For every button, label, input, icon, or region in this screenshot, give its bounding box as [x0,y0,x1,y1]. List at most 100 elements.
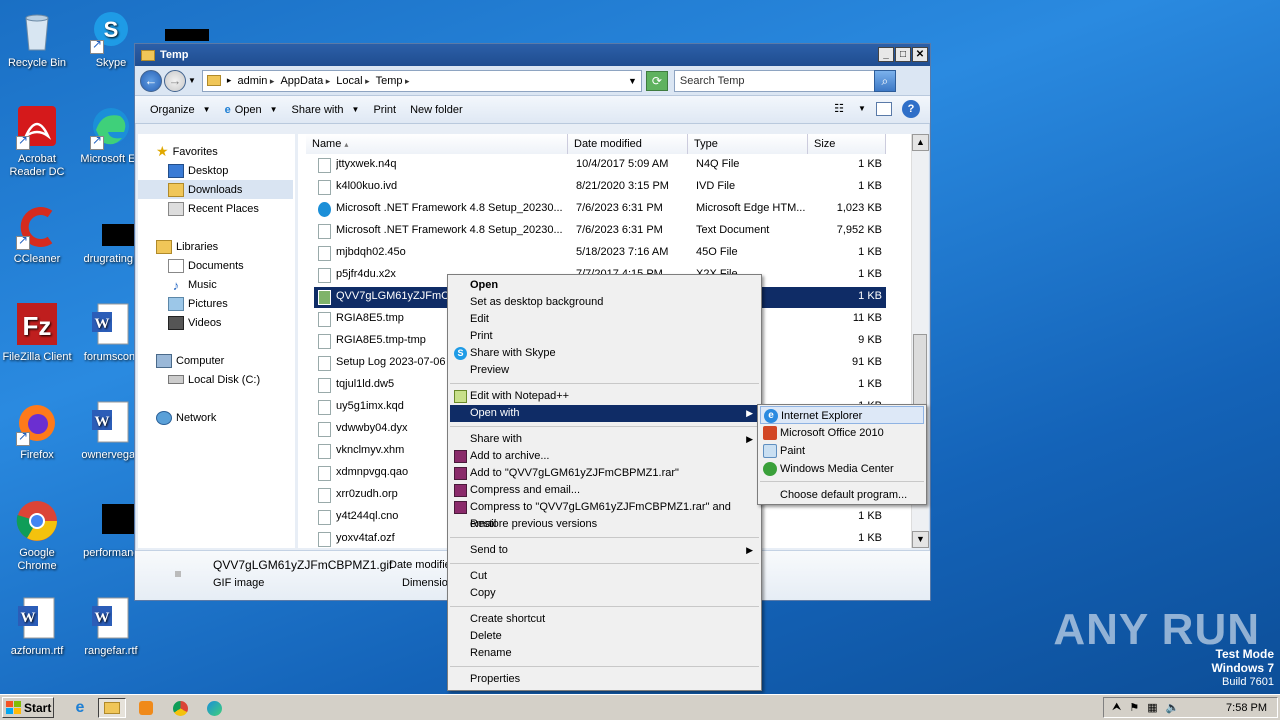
back-button[interactable]: ← [140,69,162,92]
address-dropdown-icon[interactable]: ▼ [628,76,637,86]
help-icon[interactable]: ? [902,100,920,118]
desktop-icon-azforum[interactable]: W azforum.rtf [0,596,74,658]
nav-libraries[interactable]: Libraries [156,237,218,256]
organize-button[interactable]: Organize ▼ [143,99,218,121]
new-folder-button[interactable]: New folder [403,99,470,121]
nav-recent-places[interactable]: Recent Places [168,199,259,218]
nav-desktop[interactable]: Desktop [168,161,228,180]
menu-item-delete[interactable]: Delete [450,628,759,645]
taskbar: Start e ⮝ ⚑ ▦ 🔈 7:58 PM [0,694,1280,720]
share-with-button[interactable]: Share with ▼ [285,99,367,121]
title-bar[interactable]: Temp _ □ ✕ [135,44,930,66]
network-tray-icon[interactable]: ▦ [1147,701,1157,714]
search-input[interactable]: Search Temp ⌕ [673,69,896,92]
word-document-icon: W [88,596,134,642]
maximize-button[interactable]: □ [895,47,911,62]
forward-button[interactable]: → [164,69,186,92]
volume-icon[interactable]: 🔈 [1166,701,1180,714]
address-input[interactable]: ▸ admin AppData Local Temp ▼ [201,69,642,92]
file-row[interactable]: k4l00kuo.ivd 8/21/2020 3:15 PM IVD File 1 K… [314,177,886,198]
print-button[interactable]: Print [366,99,403,121]
menu-item-open[interactable]: Open [450,277,759,294]
column-header-date[interactable]: Date modified [568,134,688,154]
close-button[interactable]: ✕ [912,47,928,62]
menu-item-share-with[interactable]: Share with ▶ [450,431,759,448]
nav-videos[interactable]: Videos [168,313,221,332]
scroll-up-icon[interactable]: ▲ [912,134,929,151]
menu-item-open-with[interactable]: Open with ▶ [450,405,759,422]
folder-icon [141,49,155,61]
file-row[interactable]: Microsoft .NET Framework 4.8 Setup_20230… [314,199,886,220]
menu-item-share-with-skype[interactable]: S Share with Skype [450,345,759,362]
desktop-icon-acrobat[interactable]: Acrobat Reader DC [0,104,74,179]
desktop-icon-ccleaner[interactable]: CCleaner [0,204,74,266]
menu-item-cut[interactable]: Cut [450,568,759,585]
menu-item-copy[interactable]: Copy [450,585,759,602]
taskbar-chrome-icon[interactable] [166,698,194,718]
nav-downloads[interactable]: Downloads [138,180,293,199]
column-header-type[interactable]: Type [688,134,808,154]
nav-pictures[interactable]: Pictures [168,294,228,313]
search-icon[interactable]: ⌕ [873,69,896,92]
nav-favorites[interactable]: ★ Favorites [156,142,218,161]
menu-item-create-shortcut[interactable]: Create shortcut [450,611,759,628]
menu-item-preview[interactable]: Preview [450,362,759,379]
menu-separator [450,426,759,427]
menu-item-compress-and-email[interactable]: Compress and email... [450,482,759,499]
taskbar-media-player-icon[interactable] [132,698,160,718]
breadcrumb-admin[interactable]: admin [237,75,274,87]
taskbar-explorer-icon[interactable] [98,698,126,718]
submenu-item-choose-default-program[interactable]: Choose default program... [760,486,924,504]
menu-item-send-to[interactable]: Send to ▶ [450,542,759,559]
menu-item-restore-previous-versions[interactable]: Restore previous versions [450,516,759,533]
clock[interactable]: 7:58 PM [1226,702,1267,714]
menu-item-compress-to-rar-and-email[interactable]: Compress to "QVV7gLGM61yZJFmCBPMZ1.rar" … [450,499,759,530]
view-options-icon[interactable]: ☷ [830,100,848,118]
nav-computer[interactable]: Computer [156,351,224,370]
desktop-icon-rangefar[interactable]: W rangefar.rtf [74,596,148,658]
breadcrumb-appdata[interactable]: AppData [280,75,330,87]
winrar-icon [454,467,467,480]
taskbar-edge-icon[interactable] [200,698,228,718]
recent-pages-chevron-icon[interactable]: ▼ [188,76,196,85]
submenu-item-internet-explorer[interactable]: e Internet Explorer [760,406,924,424]
menu-item-set-desktop-background[interactable]: Set as desktop background [450,294,759,311]
menu-item-edit-notepadpp[interactable]: Edit with Notepad++ [450,388,759,405]
nav-network[interactable]: Network [156,408,216,427]
taskbar-ie-icon[interactable]: e [66,698,94,718]
desktop-icon-firefox[interactable]: Firefox [0,400,74,462]
file-icon [318,422,331,437]
desktop-icon-filezilla[interactable]: Fz FileZilla Client [0,302,74,364]
nav-local-disk[interactable]: Local Disk (C:) [168,370,260,389]
file-row[interactable]: jttyxwek.n4q 10/4/2017 5:09 AM N4Q File 1 K… [314,155,886,176]
start-button[interactable]: Start [2,697,54,718]
nav-music[interactable]: ♪ Music [168,275,217,294]
desktop-icon-chrome[interactable]: Google Chrome [0,498,74,573]
tray-expand-icon[interactable]: ⮝ [1112,701,1121,714]
preview-pane-icon[interactable] [876,102,892,116]
file-row[interactable]: Microsoft .NET Framework 4.8 Setup_20230… [314,221,886,242]
minimize-button[interactable]: _ [878,47,894,62]
open-button[interactable]: e Open ▼ [218,99,285,121]
file-row[interactable]: mjbdqh02.45o 5/18/2023 7:16 AM 45O File 1 K… [314,243,886,264]
column-header-size[interactable]: Size [808,134,886,154]
chevron-down-icon[interactable]: ▼ [858,100,866,118]
column-header-name[interactable]: Name ▴ [306,134,568,154]
desktop-icon-recycle-bin[interactable]: Recycle Bin [0,8,74,70]
menu-item-edit[interactable]: Edit [450,311,759,328]
scroll-down-icon[interactable]: ▼ [912,531,929,548]
menu-item-add-to-archive[interactable]: Add to archive... [450,448,759,465]
file-thumbnail-icon [175,571,181,577]
action-center-icon[interactable]: ⚑ [1129,701,1139,714]
menu-item-properties[interactable]: Properties [450,671,759,688]
breadcrumb-temp[interactable]: Temp [376,75,410,87]
menu-item-add-to-rar[interactable]: Add to "QVV7gLGM61yZJFmCBPMZ1.rar" [450,465,759,482]
breadcrumb-local[interactable]: Local [336,75,369,87]
menu-item-print[interactable]: Print [450,328,759,345]
submenu-item-windows-media-center[interactable]: Windows Media Center [760,460,924,478]
refresh-button[interactable]: ⟳ [645,70,668,91]
submenu-item-office-2010[interactable]: Microsoft Office 2010 [760,424,924,442]
nav-documents[interactable]: Documents [168,256,244,275]
menu-item-rename[interactable]: Rename [450,645,759,662]
submenu-item-paint[interactable]: Paint [760,442,924,460]
